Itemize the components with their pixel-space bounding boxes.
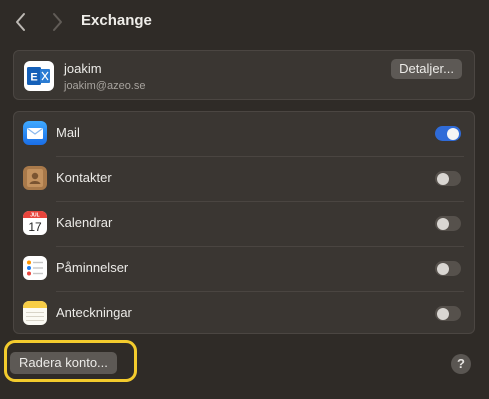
- service-row-mail: Mail: [14, 112, 474, 156]
- chevron-right-icon: [53, 13, 62, 31]
- notes-icon: [23, 301, 47, 325]
- service-row-contacts: Kontakter: [14, 157, 474, 201]
- reminders-toggle[interactable]: [435, 261, 461, 276]
- service-label-reminders: Påminnelser: [56, 260, 129, 275]
- toggle-knob: [437, 262, 449, 275]
- service-label-contacts: Kontakter: [56, 170, 112, 185]
- service-row-notes: Anteckningar: [14, 292, 474, 336]
- contacts-toggle[interactable]: [435, 171, 461, 186]
- toggle-knob: [437, 172, 449, 185]
- chevron-left-icon: [16, 13, 25, 31]
- calendar-day: 17: [28, 220, 42, 234]
- toggle-knob: [447, 127, 459, 140]
- service-label-notes: Anteckningar: [56, 305, 132, 320]
- delete-account-button[interactable]: Radera konto...: [10, 352, 117, 374]
- calendar-icon: JUL 17: [23, 211, 47, 235]
- reminders-icon: [23, 256, 47, 280]
- mail-toggle[interactable]: [435, 126, 461, 141]
- account-card: E joakim joakim@azeo.se Detaljer...: [13, 50, 475, 100]
- svg-text:E: E: [30, 72, 37, 84]
- account-email: joakim@azeo.se: [64, 80, 146, 92]
- page-title: Exchange: [81, 12, 152, 29]
- mail-icon: [23, 121, 47, 145]
- contacts-icon: [23, 166, 47, 190]
- services-list: Mail Kontakter JUL 17 Kalendrar Påminnel…: [13, 111, 475, 334]
- help-button[interactable]: ?: [451, 354, 471, 374]
- service-row-reminders: Påminnelser: [14, 247, 474, 291]
- toggle-knob: [437, 307, 449, 320]
- details-button[interactable]: Detaljer...: [391, 59, 462, 79]
- service-label-mail: Mail: [56, 125, 80, 140]
- calendars-toggle[interactable]: [435, 216, 461, 231]
- calendar-month: JUL: [30, 213, 39, 219]
- account-name: joakim: [64, 61, 102, 76]
- back-button[interactable]: [12, 11, 30, 33]
- exchange-icon: E: [24, 61, 54, 91]
- toggle-knob: [437, 217, 449, 230]
- service-row-calendars: JUL 17 Kalendrar: [14, 202, 474, 246]
- notes-toggle[interactable]: [435, 306, 461, 321]
- forward-button[interactable]: [48, 11, 66, 33]
- service-label-calendars: Kalendrar: [56, 215, 113, 230]
- titlebar: Exchange: [0, 0, 489, 44]
